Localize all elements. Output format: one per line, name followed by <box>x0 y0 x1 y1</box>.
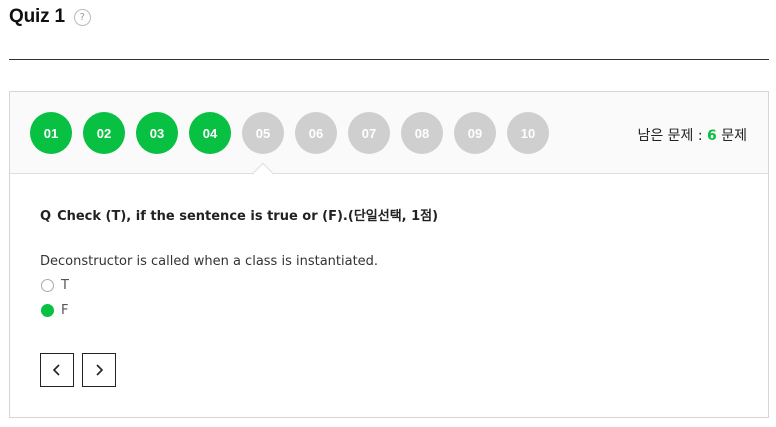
question-nav-05[interactable]: 05 <box>242 112 284 154</box>
question-statement: Deconstructor is called when a class is … <box>40 254 379 269</box>
question-nav-04[interactable]: 04 <box>189 112 231 154</box>
option-t-label: T <box>61 278 69 293</box>
question-nav-bar: 01 02 03 04 05 06 07 08 09 10 남은 문제 : 6 … <box>10 92 768 174</box>
help-icon[interactable]: ? <box>73 9 91 26</box>
question-marker: Q <box>40 209 52 224</box>
radio-t[interactable] <box>41 279 54 292</box>
question-nav-06[interactable]: 06 <box>295 112 337 154</box>
question-nav-08[interactable]: 08 <box>401 112 443 154</box>
remaining-prefix: 남은 문제 : <box>637 128 703 144</box>
chevron-left-icon <box>52 364 60 376</box>
remaining-count: 남은 문제 : 6 문제 <box>637 125 747 145</box>
quiz-header: Quiz 1 ? <box>9 6 91 28</box>
question-nav-07[interactable]: 07 <box>348 112 390 154</box>
question-nav-01[interactable]: 01 <box>30 112 72 154</box>
option-t[interactable]: T <box>41 278 69 293</box>
question-prompt: Q Check (T), if the sentence is true or (… <box>40 205 438 224</box>
header-divider <box>9 59 769 60</box>
radio-f[interactable] <box>41 304 54 317</box>
question-text: Check (T), if the sentence is true or (F… <box>57 209 439 224</box>
remaining-number: 6 <box>707 128 717 144</box>
prev-button[interactable] <box>40 353 74 387</box>
option-f-label: F <box>61 303 69 318</box>
quiz-panel: 01 02 03 04 05 06 07 08 09 10 남은 문제 : 6 … <box>9 91 769 418</box>
option-f[interactable]: F <box>41 303 68 318</box>
chevron-right-icon <box>96 364 104 376</box>
remaining-suffix: 문제 <box>721 128 747 144</box>
next-button[interactable] <box>82 353 116 387</box>
page-title: Quiz 1 <box>9 6 65 27</box>
question-nav-09[interactable]: 09 <box>454 112 496 154</box>
question-nav-10[interactable]: 10 <box>507 112 549 154</box>
question-nav-03[interactable]: 03 <box>136 112 178 154</box>
question-nav-02[interactable]: 02 <box>83 112 125 154</box>
